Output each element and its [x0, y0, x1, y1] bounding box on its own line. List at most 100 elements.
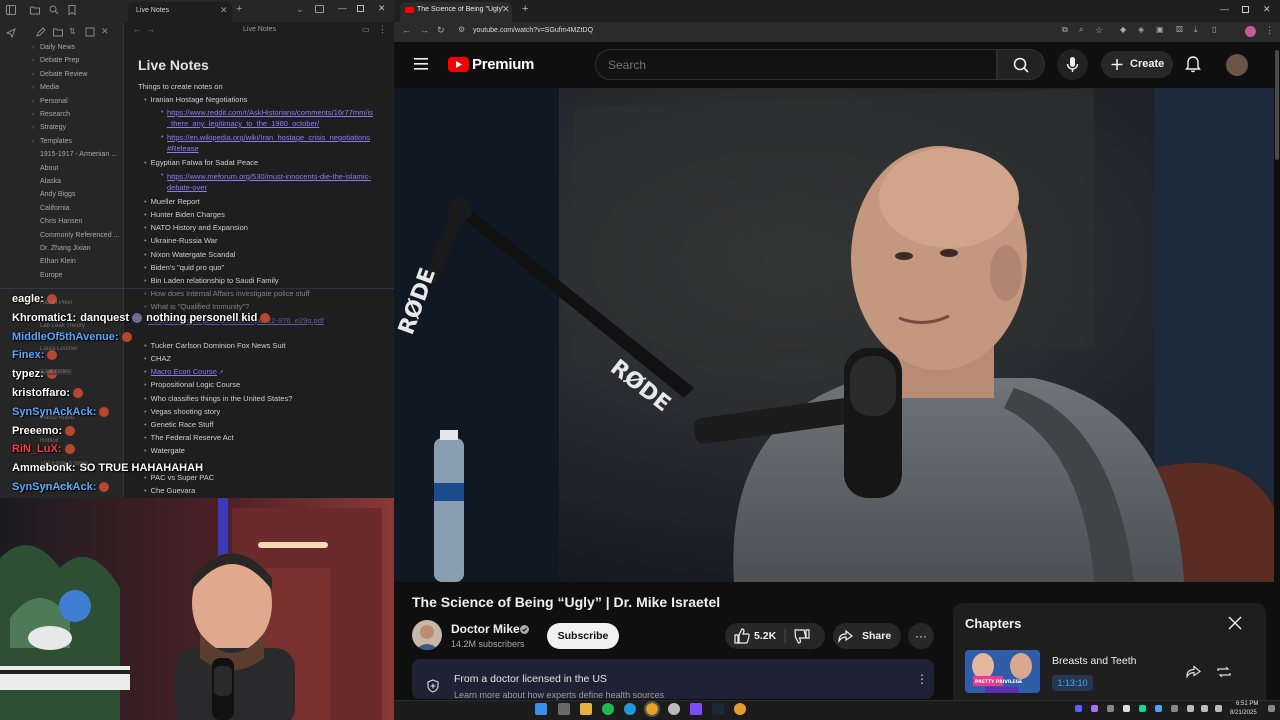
video-player[interactable]: RØDE RØDE [394, 88, 1274, 582]
bookmark-icon[interactable] [67, 5, 79, 17]
sidebar-file[interactable]: Liz Murrill [40, 392, 66, 398]
new-note-icon[interactable] [36, 27, 48, 39]
note-link[interactable]: https://www.reddit.com/r/AskHistorians/c… [167, 107, 373, 129]
search-input[interactable] [595, 49, 997, 80]
sidebar-file[interactable]: The Epstein Story [40, 461, 88, 467]
sidebar-file[interactable]: Chris Hansen [40, 218, 82, 225]
tray-icon[interactable] [1171, 705, 1178, 712]
chevron-right-icon[interactable]: › [32, 58, 34, 64]
chat-username[interactable]: typez: [12, 368, 44, 380]
settings-gear-icon[interactable] [734, 703, 746, 715]
zoom-icon[interactable]: ⌕ [1079, 25, 1083, 35]
sidebar-file[interactable]: 1915-1917 - Armenian ... [40, 151, 117, 158]
chapter-thumbnail[interactable]: PRETTY PRIVILEGE [965, 650, 1040, 693]
address-bar[interactable]: youtube.com/watch?v=SGufm4MZtDQ [473, 27, 593, 34]
sidebar-file[interactable]: Alaska [40, 178, 61, 185]
tray-icon[interactable] [1107, 705, 1114, 712]
reading-view-icon[interactable]: ▭ [362, 25, 370, 34]
browser-menu-icon[interactable]: ⋮ [1265, 25, 1274, 36]
sidebar-icon[interactable]: ▯ [1212, 25, 1216, 34]
sort-icon[interactable]: ⇅ [69, 27, 81, 39]
note-link[interactable]: https://www.meforum.org/530/must-innocen… [167, 171, 373, 193]
voice-search-button[interactable] [1057, 49, 1088, 80]
close-icon[interactable]: ✕ [220, 5, 228, 16]
taskbar-clock-date[interactable]: 8/21/2025 [1230, 710, 1257, 716]
sidebar-folder[interactable]: Personal [40, 98, 68, 105]
youtube-logo-text[interactable]: Premium [472, 56, 534, 73]
extension-icon[interactable]: ◈ [1138, 25, 1144, 34]
folder-icon[interactable] [30, 5, 42, 17]
sidebar-folder[interactable]: Debate Prep [40, 57, 79, 64]
obsidian-icon[interactable] [690, 703, 702, 715]
tray-icon[interactable] [1139, 705, 1146, 712]
sidebar-toggle-icon[interactable] [6, 5, 18, 17]
task-view-icon[interactable] [558, 703, 570, 715]
sidebar-file[interactable]: Marco Rubio [40, 415, 74, 421]
sidebar-file[interactable]: Andy Biggs [40, 191, 75, 198]
tray-icon[interactable] [1091, 705, 1098, 712]
sidebar-folder[interactable]: Daily News [40, 44, 75, 51]
chevron-right-icon[interactable]: › [32, 85, 34, 91]
forward-icon[interactable]: → [420, 25, 429, 35]
network-icon[interactable] [1187, 705, 1194, 712]
battery-icon[interactable] [1215, 705, 1222, 712]
close-icon[interactable] [1228, 616, 1242, 630]
window-close-icon[interactable]: ✕ [378, 3, 386, 14]
youtube-logo-icon[interactable] [448, 57, 469, 72]
chrome-icon[interactable] [644, 701, 660, 717]
channel-name[interactable]: Doctor Mike [451, 622, 520, 636]
windows-start-icon[interactable] [535, 703, 547, 715]
sidebar-file[interactable]: Roblox [40, 438, 59, 444]
share-icon[interactable] [1185, 665, 1201, 679]
chapter-name[interactable]: Breasts and Teeth [1052, 655, 1136, 667]
extension-icon[interactable]: ▣ [1156, 25, 1164, 34]
sidebar-file[interactable]: California [40, 205, 70, 212]
sidebar-file[interactable]: Hasan Piker [40, 300, 73, 306]
minimize-icon[interactable]: — [1220, 4, 1229, 14]
chevron-right-icon[interactable]: › [32, 45, 34, 51]
tray-icon[interactable] [1123, 705, 1130, 712]
chevron-right-icon[interactable]: › [32, 72, 34, 78]
more-vert-icon[interactable]: ⋮ [916, 672, 928, 686]
sidebar-folder[interactable]: Media [40, 84, 59, 91]
loop-icon[interactable] [1216, 665, 1232, 679]
sidebar-file[interactable]: Tomi Lahren [40, 484, 73, 490]
edge-icon[interactable] [624, 703, 636, 715]
tray-icon[interactable] [1155, 705, 1162, 712]
sidebar-file[interactable]: Ethan Klein [40, 258, 76, 265]
more-actions-button[interactable]: ··· [908, 623, 934, 649]
new-tab-icon[interactable]: + [522, 3, 528, 15]
file-explorer-icon[interactable] [580, 703, 592, 715]
maximize-icon[interactable] [1242, 6, 1249, 13]
sidebar-file[interactable]: Commonly Referenced ... [40, 232, 119, 239]
chevron-right-icon[interactable]: › [32, 99, 34, 105]
site-info-icon[interactable]: ⚙ [458, 25, 465, 34]
chevron-right-icon[interactable]: › [32, 125, 34, 131]
back-icon[interactable]: ← [402, 25, 411, 35]
health-info-link[interactable]: Learn more about how experts define heal… [454, 690, 664, 700]
window-close-icon[interactable]: ✕ [1263, 4, 1271, 15]
like-button[interactable] [733, 623, 753, 649]
notifications-icon[interactable] [1268, 705, 1275, 712]
sidebar-file[interactable]: Lab Leak Theory [40, 323, 85, 329]
taskbar-clock-time[interactable]: 6:51 PM [1236, 701, 1258, 707]
chat-username[interactable]: Khromatic1: [12, 312, 76, 324]
maximize-icon[interactable] [357, 5, 364, 12]
chevron-down-icon[interactable]: ⌄ [296, 4, 304, 15]
extensions-puzzle-icon[interactable]: ⚄ [1176, 25, 1183, 34]
sidebar-file[interactable]: Europe [40, 272, 63, 279]
account-avatar[interactable] [1226, 54, 1248, 76]
volume-icon[interactable] [1201, 705, 1208, 712]
channel-avatar[interactable] [412, 620, 442, 650]
reload-icon[interactable]: ↻ [437, 25, 445, 36]
bookmark-star-icon[interactable]: ☆ [1095, 25, 1103, 36]
send-icon[interactable] [6, 28, 18, 40]
sidebar-folder[interactable]: Debate Review [40, 71, 87, 78]
minimize-icon[interactable]: — [338, 3, 347, 13]
chat-username[interactable]: MiddleOf5thAvenue: [12, 331, 119, 343]
downloads-icon[interactable]: ⤓ [1194, 25, 1198, 35]
chevron-right-icon[interactable]: › [32, 112, 34, 118]
extension-icon[interactable]: ◆ [1120, 25, 1126, 34]
chevron-right-icon[interactable]: › [32, 139, 34, 145]
sidebar-file[interactable]: About [40, 165, 58, 172]
